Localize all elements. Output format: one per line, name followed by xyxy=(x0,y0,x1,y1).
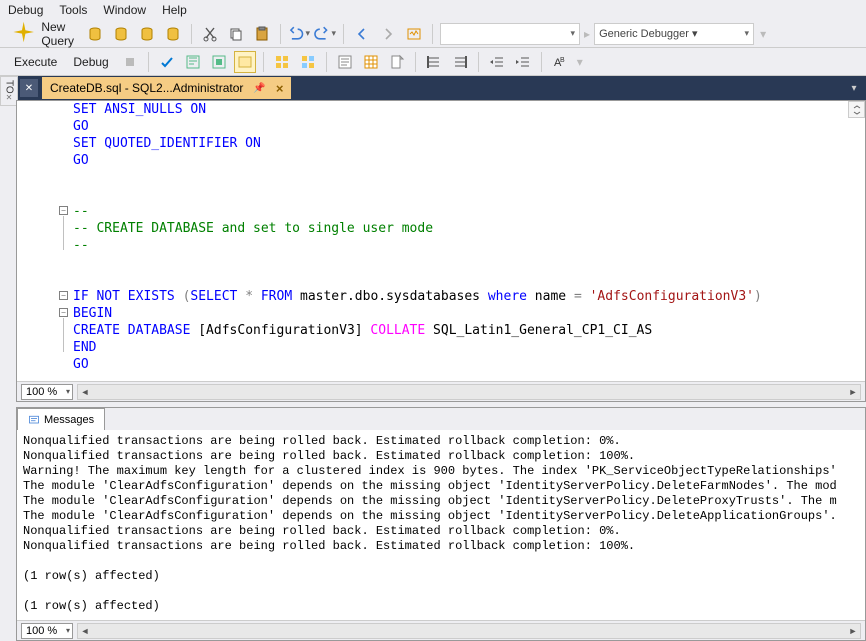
execute-button[interactable]: Execute xyxy=(4,53,63,71)
separator xyxy=(478,52,479,72)
separator xyxy=(191,24,192,44)
db-icon-3[interactable] xyxy=(136,23,158,45)
fold-toggle[interactable]: − xyxy=(59,291,68,300)
close-icon[interactable]: × xyxy=(276,81,284,96)
query-options-icon[interactable] xyxy=(208,51,230,73)
horizontal-scrollbar[interactable]: ◄ ► xyxy=(77,623,861,639)
comment-icon[interactable] xyxy=(423,51,445,73)
zoom-combo-messages[interactable]: 100 % xyxy=(21,623,73,639)
stop-icon[interactable] xyxy=(119,51,141,73)
uncomment-icon[interactable] xyxy=(449,51,471,73)
fold-line xyxy=(63,318,64,352)
editor-status-bar: 100 % ◄ ► xyxy=(17,381,865,401)
toolbar-sql: Execute Debug AB ▾ xyxy=(0,48,866,76)
toolbar-main: New Query ▸ Generic Debugger ▾ ▾ xyxy=(0,20,866,48)
decrease-indent-icon[interactable] xyxy=(486,51,508,73)
tab-scroll-left[interactable]: ✕ xyxy=(20,79,38,97)
menu-bar: Debug Tools Window Help xyxy=(0,0,866,20)
separator xyxy=(415,52,416,72)
results-pane: Messages Nonqualified transactions are b… xyxy=(16,407,866,641)
horizontal-scrollbar[interactable]: ◄ ► xyxy=(77,384,861,400)
zoom-combo[interactable]: 100 % xyxy=(21,384,73,400)
menu-tools[interactable]: Tools xyxy=(59,3,87,17)
svg-text:B: B xyxy=(560,57,565,64)
zoom-value: 100 % xyxy=(26,386,57,398)
scroll-left-icon[interactable]: ◄ xyxy=(78,385,92,399)
document-tabs: ✕ CreateDB.sql - SQL2...Administrator 📌 … xyxy=(16,76,866,100)
separator xyxy=(263,52,264,72)
scroll-right-icon[interactable]: ► xyxy=(846,385,860,399)
fold-toggle[interactable]: − xyxy=(59,206,68,215)
paste-icon[interactable] xyxy=(251,23,273,45)
db-icon-1[interactable] xyxy=(84,23,106,45)
debug-button[interactable]: Debug xyxy=(67,53,114,71)
collapsed-pane-label: TO xyxy=(4,80,15,94)
scroll-left-icon[interactable]: ◄ xyxy=(78,624,92,638)
nav-fwd-icon[interactable] xyxy=(377,23,399,45)
results-text-icon[interactable] xyxy=(334,51,356,73)
results-tabs: Messages xyxy=(17,408,865,430)
fold-toggle[interactable]: − xyxy=(59,308,68,317)
zoom-value: 100 % xyxy=(26,625,57,637)
parse-icon[interactable] xyxy=(156,51,178,73)
separator xyxy=(280,24,281,44)
sparkle-icon xyxy=(10,20,37,47)
menu-debug[interactable]: Debug xyxy=(8,3,43,17)
messages-status-bar: 100 % ◄ ► xyxy=(17,620,865,640)
fold-line xyxy=(63,216,64,250)
solution-config-combo[interactable] xyxy=(440,23,580,45)
include-plan-icon[interactable] xyxy=(271,51,293,73)
estimated-plan-icon[interactable] xyxy=(182,51,204,73)
separator xyxy=(326,52,327,72)
results-file-icon[interactable] xyxy=(386,51,408,73)
separator xyxy=(541,52,542,72)
debug-target-combo[interactable]: Generic Debugger ▾ xyxy=(594,23,754,45)
messages-tab-label: Messages xyxy=(44,414,94,426)
separator xyxy=(432,24,433,44)
db-icon-4[interactable] xyxy=(162,23,184,45)
menu-help[interactable]: Help xyxy=(162,3,187,17)
config-arrow-icon: ▸ xyxy=(584,27,590,41)
new-query-button[interactable]: New Query xyxy=(4,18,80,50)
include-stats-icon[interactable] xyxy=(297,51,319,73)
overflow-icon[interactable]: ▾ xyxy=(577,55,583,69)
separator xyxy=(148,52,149,72)
execute-label: Execute xyxy=(14,55,57,69)
tab-createdb[interactable]: CreateDB.sql - SQL2...Administrator 📌 × xyxy=(42,77,291,99)
intellisense-icon[interactable] xyxy=(234,51,256,73)
new-query-label: New Query xyxy=(41,20,74,48)
tab-messages[interactable]: Messages xyxy=(17,408,105,430)
pin-icon[interactable]: 📌 xyxy=(253,83,265,94)
tab-title: CreateDB.sql - SQL2...Administrator xyxy=(50,81,243,95)
copy-icon[interactable] xyxy=(225,23,247,45)
messages-output[interactable]: Nonqualified transactions are being roll… xyxy=(17,430,865,620)
db-icon-2[interactable] xyxy=(110,23,132,45)
nav-back-icon[interactable] xyxy=(351,23,373,45)
overflow-icon[interactable]: ▾ xyxy=(760,27,766,41)
code-editor[interactable]: − − − SET ANSI_NULLS ON GO SET QUOTED_ID… xyxy=(16,100,866,402)
undo-icon[interactable] xyxy=(288,23,310,45)
code-content[interactable]: SET ANSI_NULLS ON GO SET QUOTED_IDENTIFI… xyxy=(71,101,865,381)
messages-icon xyxy=(28,414,40,426)
increase-indent-icon[interactable] xyxy=(512,51,534,73)
redo-icon[interactable] xyxy=(314,23,336,45)
scroll-right-icon[interactable]: ► xyxy=(846,624,860,638)
cut-icon[interactable] xyxy=(199,23,221,45)
debug-target-label: Generic Debugger xyxy=(599,28,689,40)
separator xyxy=(343,24,344,44)
menu-window[interactable]: Window xyxy=(103,3,146,17)
activity-icon[interactable] xyxy=(403,23,425,45)
active-files-icon[interactable]: ▾ xyxy=(846,80,862,96)
results-grid-icon[interactable] xyxy=(360,51,382,73)
specify-values-icon[interactable]: AB xyxy=(549,51,571,73)
